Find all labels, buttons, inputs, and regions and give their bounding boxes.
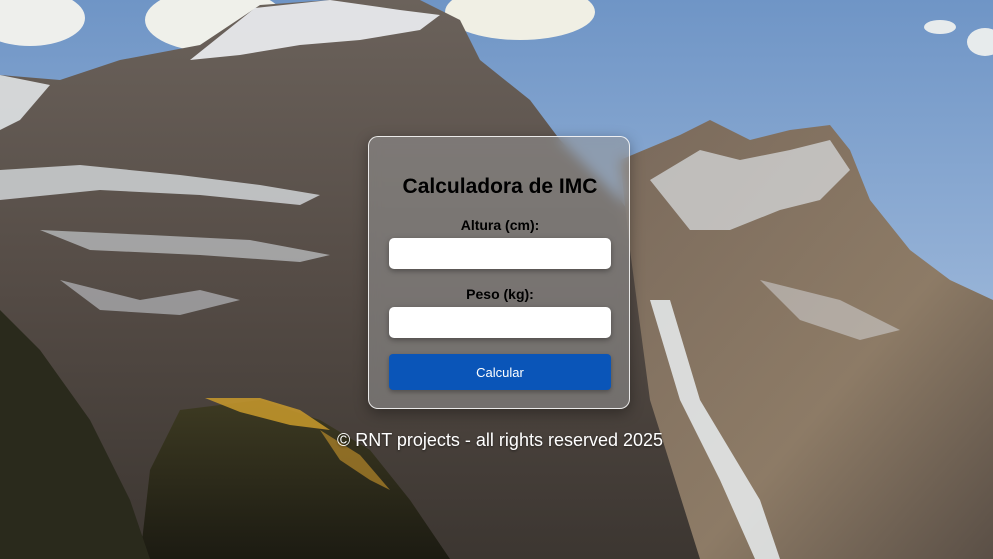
calculate-button[interactable]: Calcular xyxy=(389,354,611,390)
height-label: Altura (cm): xyxy=(460,217,540,233)
bmi-calculator-card: Calculadora de IMC Altura (cm): Peso (kg… xyxy=(368,136,630,409)
weight-input[interactable] xyxy=(389,307,611,338)
page-background: Calculadora de IMC Altura (cm): Peso (kg… xyxy=(0,0,993,559)
footer-copyright: © RNT projects - all rights reserved 202… xyxy=(336,430,664,450)
weight-label: Peso (kg): xyxy=(466,286,534,302)
page-title: Calculadora de IMC xyxy=(402,175,598,198)
height-input[interactable] xyxy=(389,238,611,269)
